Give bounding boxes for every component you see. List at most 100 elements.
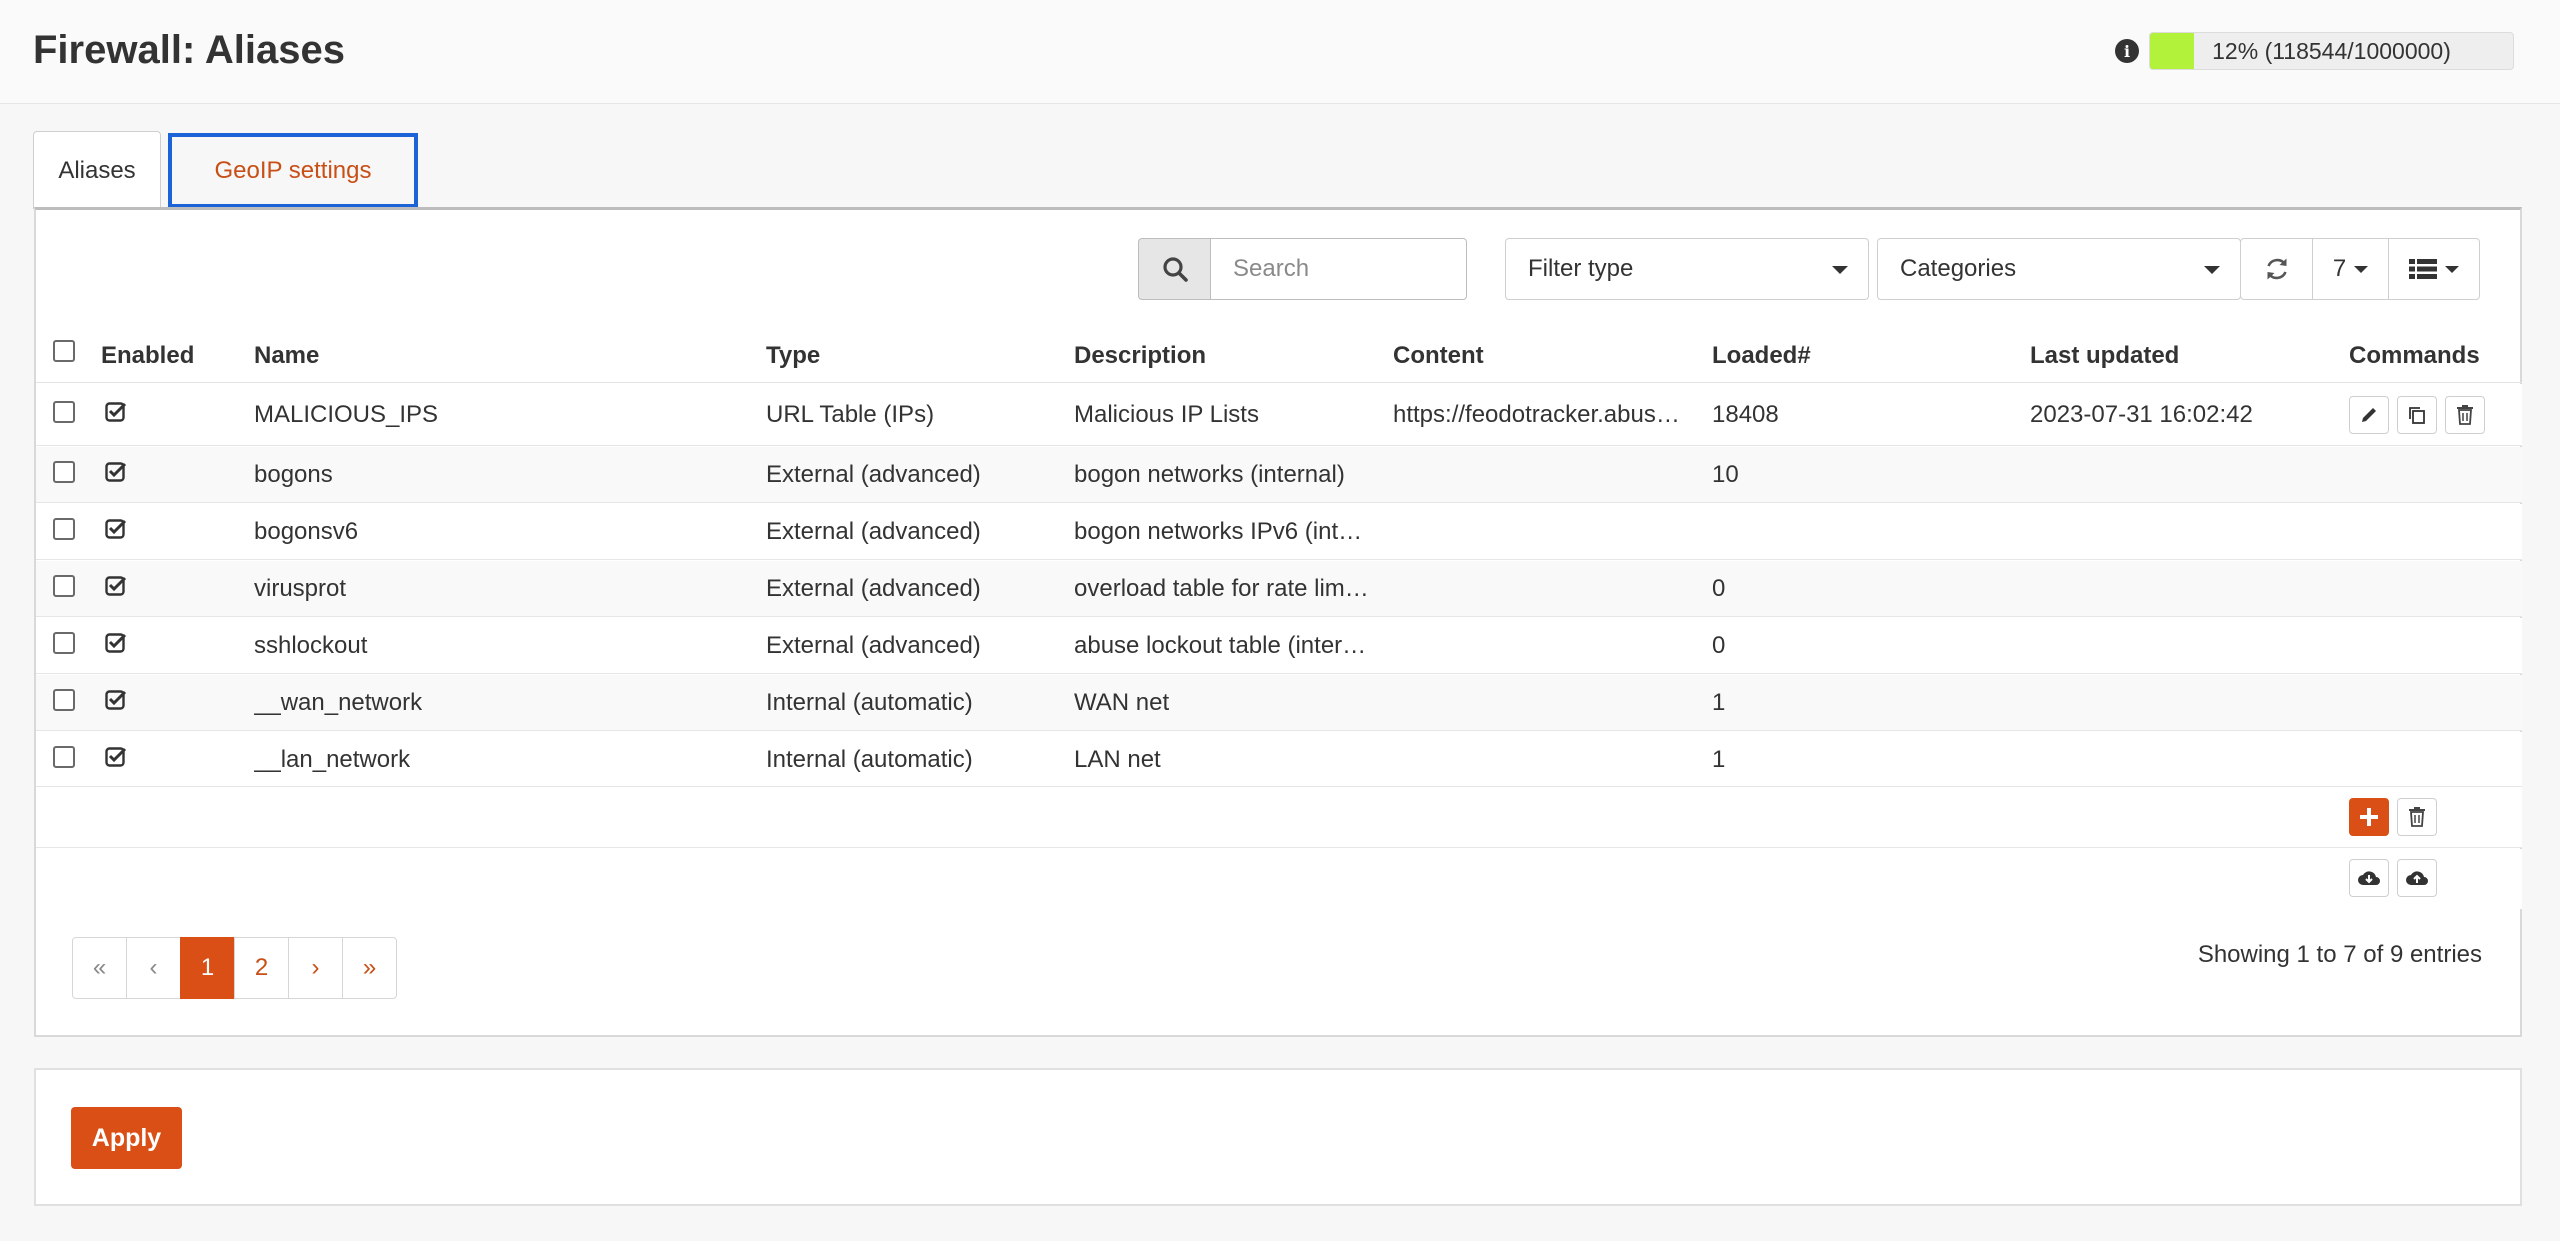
usage-indicator: i 12% (118544/1000000) (2115, 31, 2514, 71)
clone-button[interactable] (2397, 396, 2437, 434)
alias-type: Internal (automatic) (766, 689, 973, 716)
pagination-first[interactable]: « (72, 937, 127, 999)
pagination-prev[interactable]: ‹ (126, 937, 181, 999)
alias-loaded-count: 10 (1712, 461, 1739, 488)
info-icon[interactable]: i (2115, 39, 2139, 63)
table-row[interactable]: bogonsv6 External (advanced) bogon network… (36, 504, 2522, 560)
select-all-checkbox[interactable] (53, 340, 75, 362)
search-button[interactable] (1138, 238, 1211, 300)
search-icon (1162, 257, 1188, 282)
pagination: « ‹ 1 2 › » (72, 937, 397, 999)
pagination-summary: Showing 1 to 7 of 9 entries (2197, 941, 2482, 968)
row-select-checkbox[interactable] (53, 746, 75, 768)
column-header-enabled[interactable]: Enabled (101, 342, 194, 370)
rows-per-page-value: 7 (2332, 255, 2347, 282)
list-icon (2409, 259, 2437, 279)
column-header-commands: Commands (2349, 342, 2480, 369)
column-header-loaded[interactable]: Loaded# (1712, 342, 1811, 370)
pagination-page-1[interactable]: 1 (180, 937, 235, 999)
trash-icon (2457, 405, 2473, 425)
add-alias-button[interactable] (2349, 798, 2389, 836)
table-footer-actions (36, 787, 2522, 848)
table-row[interactable]: MALICIOUS_IPS URL Table (IPs) Malicious IP… (36, 384, 2522, 446)
table-row[interactable]: __wan_network Internal (automatic) WAN net… (36, 675, 2522, 731)
table-row[interactable]: bogons External (advanced) bogon networks … (36, 447, 2522, 503)
column-select-button[interactable] (2388, 238, 2480, 300)
alias-loaded-count: 0 (1712, 632, 1726, 659)
alias-last-updated: 2023-07-31 16:02:42 (2030, 401, 2253, 428)
enabled-check-icon[interactable] (105, 575, 127, 597)
table-header: Enabled Name Type Description Content Lo… (36, 330, 2522, 383)
page-header: Firewall: Aliases i 12% (118544/1000000) (0, 0, 2560, 104)
alias-description: overload table for rate lim… (1074, 575, 1369, 602)
tab-geoip-settings[interactable]: GeoIP settings (168, 133, 418, 208)
delete-selected-button[interactable] (2397, 798, 2437, 836)
alias-loaded-count: 18408 (1712, 401, 1779, 428)
categories-label: Categories (1900, 255, 2017, 282)
alias-name: sshlockout (254, 632, 368, 659)
download-button[interactable] (2349, 859, 2389, 897)
row-select-checkbox[interactable] (53, 575, 75, 597)
alias-type: Internal (automatic) (766, 746, 973, 773)
alias-name: bogonsv6 (254, 518, 359, 545)
pagination-page-2[interactable]: 2 (234, 937, 289, 999)
filter-type-label: Filter type (1528, 255, 1634, 282)
cloud-download-icon (2358, 871, 2380, 885)
row-select-checkbox[interactable] (53, 689, 75, 711)
rows-per-page-button[interactable]: 7 (2312, 238, 2389, 300)
page-title: Firewall: Aliases (33, 28, 345, 72)
table-row[interactable]: sshlockout External (advanced) abuse locko… (36, 618, 2522, 674)
alias-loaded-count: 1 (1712, 689, 1726, 716)
alias-type: External (advanced) (766, 575, 981, 602)
column-header-description[interactable]: Description (1074, 342, 1206, 370)
alias-type: External (advanced) (766, 461, 981, 488)
alias-description: WAN net (1074, 689, 1170, 716)
enabled-check-icon[interactable] (105, 689, 127, 711)
alias-description: Malicious IP Lists (1074, 401, 1259, 428)
enabled-check-icon[interactable] (105, 632, 127, 654)
categories-dropdown[interactable]: Categories (1877, 238, 2241, 300)
search-group (1138, 238, 1467, 300)
usage-progress-text: 12% (118544/1000000) (2212, 37, 2451, 64)
column-header-content[interactable]: Content (1393, 342, 1484, 370)
trash-icon (2409, 807, 2425, 827)
column-header-last-updated[interactable]: Last updated (2030, 342, 2179, 370)
alias-description: bogon networks (internal) (1074, 461, 1345, 488)
alias-type: URL Table (IPs) (766, 401, 935, 428)
filter-type-dropdown[interactable]: Filter type (1505, 238, 1869, 300)
refresh-button[interactable] (2240, 238, 2313, 300)
alias-name: virusprot (254, 575, 347, 602)
alias-name: __wan_network (254, 689, 423, 716)
chevron-down-icon (2354, 265, 2369, 273)
enabled-check-icon[interactable] (105, 518, 127, 540)
alias-name: MALICIOUS_IPS (254, 401, 439, 428)
pagination-last[interactable]: » (342, 937, 397, 999)
chevron-down-icon (2445, 265, 2459, 273)
pagination-next[interactable]: › (288, 937, 343, 999)
upload-button[interactable] (2397, 859, 2437, 897)
enabled-check-icon[interactable] (105, 401, 127, 423)
column-header-type[interactable]: Type (766, 342, 820, 370)
pencil-icon (2362, 408, 2376, 422)
delete-button[interactable] (2445, 396, 2485, 434)
row-select-checkbox[interactable] (53, 461, 75, 483)
enabled-check-icon[interactable] (105, 746, 127, 768)
apply-button[interactable]: Apply (71, 1107, 182, 1169)
grid-toolbar-actions: 7 (2240, 238, 2480, 300)
row-select-checkbox[interactable] (53, 401, 75, 423)
table-row[interactable]: virusprot External (advanced) overload tab… (36, 561, 2522, 617)
plus-icon (2360, 808, 2378, 826)
enabled-check-icon[interactable] (105, 461, 127, 483)
row-select-checkbox[interactable] (53, 518, 75, 540)
alias-type: External (advanced) (766, 518, 981, 545)
alias-name: bogons (254, 461, 333, 488)
table-footer-transfer (36, 849, 2522, 909)
column-header-name[interactable]: Name (254, 342, 319, 370)
edit-button[interactable] (2349, 396, 2389, 434)
search-input[interactable] (1211, 238, 1467, 300)
tab-aliases[interactable]: Aliases (33, 131, 161, 209)
alias-content: https://feodotracker.abus… (1393, 401, 1680, 428)
cloud-upload-icon (2406, 871, 2428, 885)
row-select-checkbox[interactable] (53, 632, 75, 654)
table-row[interactable]: __lan_network Internal (automatic) LAN net… (36, 732, 2522, 787)
